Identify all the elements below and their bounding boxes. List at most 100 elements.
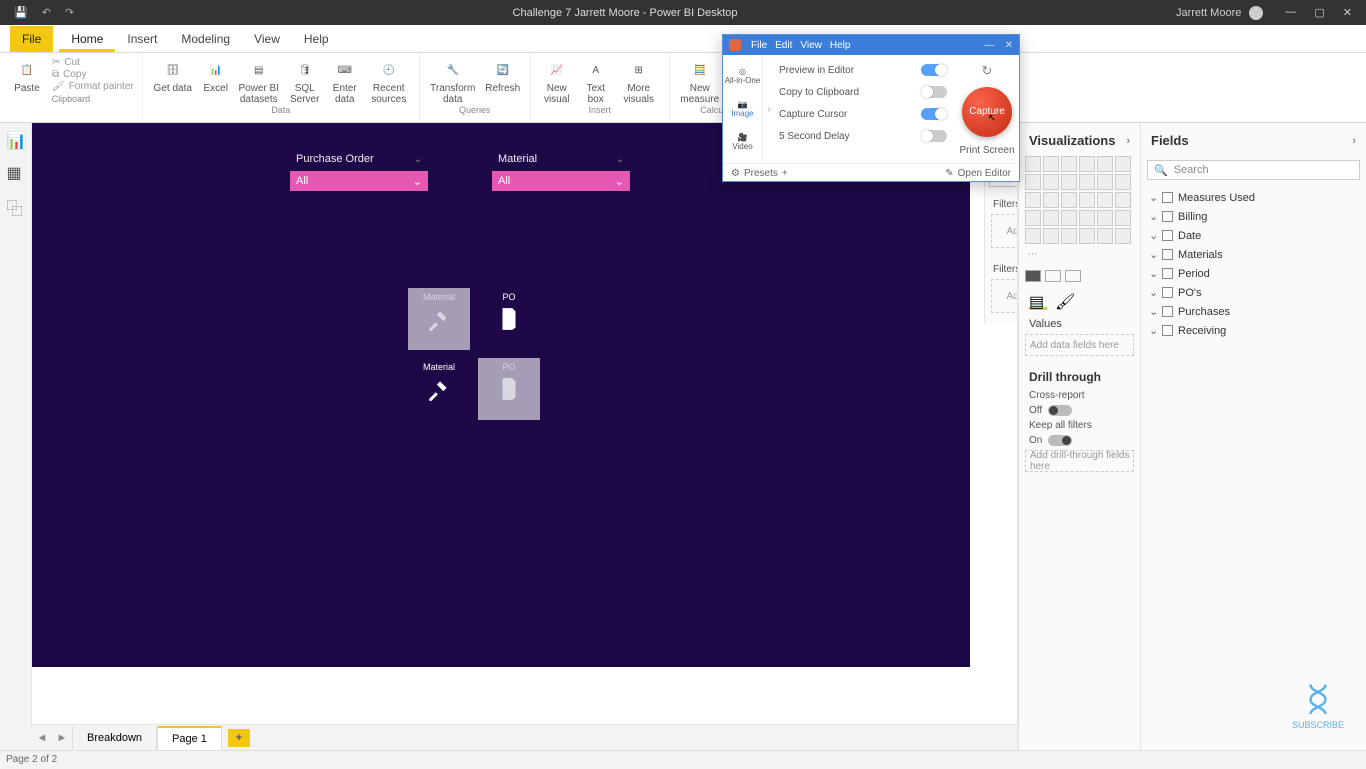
menu-edit[interactable]: Edit (775, 40, 792, 51)
page-tab-page1[interactable]: Page 1 (157, 726, 222, 750)
viz-type[interactable] (1097, 174, 1113, 190)
chevron-down-icon[interactable]: ⌄ (413, 175, 422, 188)
viz-type[interactable] (1025, 174, 1041, 190)
card-material-selected[interactable]: Material (408, 288, 470, 350)
toggle-delay[interactable] (921, 130, 947, 142)
viz-type[interactable] (1061, 156, 1077, 172)
field-table[interactable]: ⌄Date (1141, 226, 1366, 245)
tab-allinone[interactable]: ◎All-in-One (725, 67, 761, 85)
viz-type[interactable] (1097, 156, 1113, 172)
minimize-button[interactable]: — (1285, 6, 1296, 19)
tab-view[interactable]: View (242, 26, 292, 52)
ellipsis-icon[interactable]: ⋯ (1025, 246, 1041, 262)
card-po-selected[interactable]: PO (478, 358, 540, 420)
viz-type[interactable] (1025, 210, 1041, 226)
viz-type[interactable] (1079, 228, 1095, 244)
tab-insert[interactable]: Insert (115, 26, 169, 52)
viz-type[interactable] (1115, 228, 1131, 244)
capture-button[interactable]: Capture↖ (962, 87, 1012, 137)
viz-type[interactable] (1043, 192, 1059, 208)
slicer-material[interactable]: Material⌄ All⌄ (492, 151, 630, 191)
page-prev[interactable]: ◄ (32, 732, 52, 744)
card-po[interactable]: PO (478, 288, 540, 350)
enter-data-button[interactable]: ⌨Enter data (329, 57, 361, 105)
viz-type[interactable] (1025, 156, 1041, 172)
field-table[interactable]: ⌄Measures Used (1141, 188, 1366, 207)
excel-button[interactable]: 📊Excel (201, 57, 231, 94)
maximize-button[interactable]: ▢ (1314, 6, 1324, 19)
data-view-icon[interactable]: ▦ (7, 163, 25, 181)
page-tab-breakdown[interactable]: Breakdown (72, 727, 157, 749)
field-table[interactable]: ⌄PO's (1141, 283, 1366, 302)
field-table[interactable]: ⌄Billing (1141, 207, 1366, 226)
add-page-button[interactable]: + (228, 729, 250, 747)
overlay-titlebar[interactable]: File Edit View Help — ✕ (723, 35, 1019, 55)
avatar[interactable] (1249, 6, 1263, 20)
field-table[interactable]: ⌄Purchases (1141, 302, 1366, 321)
sql-server-button[interactable]: 🛢SQL Server (287, 57, 323, 105)
tab-image[interactable]: 📷Image (731, 100, 753, 118)
viz-type[interactable] (1079, 192, 1095, 208)
viz-type[interactable] (1061, 228, 1077, 244)
redo-icon[interactable]: ↷ (65, 6, 74, 19)
tab-home[interactable]: Home (59, 26, 115, 52)
toggle-clipboard[interactable] (921, 86, 947, 98)
open-editor-button[interactable]: ✎Open Editor (945, 168, 1011, 179)
viz-mode-3[interactable] (1065, 270, 1081, 282)
close-button[interactable]: ✕ (1343, 6, 1352, 19)
viz-type[interactable] (1097, 192, 1113, 208)
viz-type[interactable] (1097, 210, 1113, 226)
model-view-icon[interactable]: ⿻ (7, 195, 25, 213)
viz-type[interactable] (1115, 192, 1131, 208)
viz-type[interactable] (1025, 228, 1041, 244)
viz-type[interactable] (1025, 192, 1041, 208)
menu-file[interactable]: File (751, 40, 767, 51)
chevron-down-icon[interactable]: ⌄ (615, 175, 624, 188)
pbi-datasets-button[interactable]: ▤Power BI datasets (237, 57, 281, 105)
viz-type[interactable] (1115, 174, 1131, 190)
viz-type[interactable] (1115, 210, 1131, 226)
menu-help[interactable]: Help (830, 40, 851, 51)
chevron-right-icon[interactable]: › (1352, 135, 1356, 147)
viz-type[interactable] (1061, 210, 1077, 226)
fields-tab-icon[interactable]: ▤ (1029, 292, 1047, 310)
field-table[interactable]: ⌄Period (1141, 264, 1366, 283)
presets-button[interactable]: ⚙Presets+ (731, 168, 788, 179)
viz-type[interactable] (1061, 192, 1077, 208)
report-view-icon[interactable]: 📊 (7, 131, 25, 149)
transform-data-button[interactable]: 🔧Transform data (428, 57, 478, 105)
toggle-preview[interactable] (921, 64, 947, 76)
viz-type[interactable] (1043, 156, 1059, 172)
cut-button[interactable]: ✂Cut (52, 57, 80, 68)
get-data-button[interactable]: 🗄Get data (151, 57, 195, 94)
fields-search[interactable]: 🔍Search (1147, 160, 1360, 180)
chevron-down-icon[interactable]: ⌄ (616, 154, 624, 165)
refresh-icon[interactable]: ↻ (982, 63, 993, 79)
copy-button[interactable]: ⧉Copy (52, 69, 87, 80)
tab-help[interactable]: Help (292, 26, 341, 52)
toggle-cursor[interactable] (921, 108, 947, 120)
new-visual-button[interactable]: 📈New visual (539, 57, 575, 105)
close-button[interactable]: ✕ (1005, 40, 1013, 51)
viz-mode-1[interactable] (1025, 270, 1041, 282)
menu-view[interactable]: View (800, 40, 822, 51)
recent-sources-button[interactable]: 🕘Recent sources (367, 57, 411, 105)
viz-type[interactable] (1079, 156, 1095, 172)
more-visuals-button[interactable]: ⊞More visuals (617, 57, 661, 105)
card-material[interactable]: Material (408, 358, 470, 420)
viz-type[interactable] (1097, 228, 1113, 244)
viz-type[interactable] (1079, 174, 1095, 190)
field-table[interactable]: ⌄Receiving (1141, 321, 1366, 340)
undo-icon[interactable]: ↶ (42, 6, 51, 19)
slicer-purchase-order[interactable]: Purchase Order⌄ All⌄ (290, 151, 428, 191)
new-measure-button[interactable]: 🧮New measure (678, 57, 722, 105)
minimize-button[interactable]: — (985, 40, 995, 51)
paste-button[interactable]: 📋 Paste (8, 57, 46, 94)
viz-type[interactable] (1079, 210, 1095, 226)
tab-video[interactable]: 🎥Video (732, 133, 752, 151)
format-tab-icon[interactable]: 🖌 (1055, 292, 1073, 310)
format-painter-button[interactable]: 🖌Format painter (52, 81, 134, 92)
viz-type[interactable] (1043, 210, 1059, 226)
text-box-button[interactable]: AText box (581, 57, 611, 105)
page-next[interactable]: ► (52, 732, 72, 744)
